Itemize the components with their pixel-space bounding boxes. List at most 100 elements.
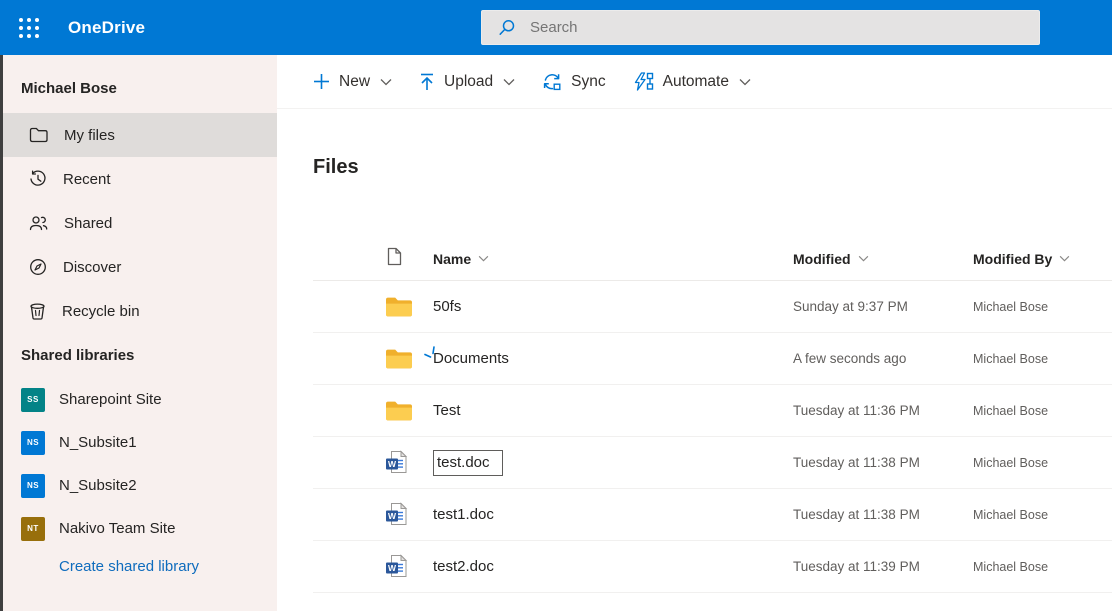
sidebar-item-my-files[interactable]: My files (0, 113, 277, 157)
sidebar-item-label: Recycle bin (62, 303, 140, 320)
sidebar-item-label: Discover (63, 259, 121, 276)
table-header-row: Name Modified Modified By (313, 237, 1112, 281)
new-button[interactable]: New (313, 73, 392, 91)
sidebar-item-label: Shared (64, 215, 112, 232)
shared-libraries-list: SS Sharepoint Site NS N_Subsite1 NS N_Su… (0, 378, 277, 550)
file-modified-by: Michael Bose (973, 456, 1112, 470)
files-table: Name Modified Modified By (313, 237, 1112, 593)
file-modified: Sunday at 9:37 PM (793, 299, 973, 314)
sidebar: Michael Bose My files Recent (0, 55, 277, 611)
history-icon (29, 170, 47, 188)
search-input[interactable] (530, 19, 970, 36)
file-name-cell[interactable]: Documents (433, 350, 793, 367)
chevron-down-icon (739, 78, 751, 86)
modified-column-header[interactable]: Modified (793, 251, 973, 267)
folder-icon (385, 348, 413, 370)
window-edge-strip (0, 55, 3, 611)
file-row[interactable]: W test.doc Tuesday at 11:38 PM Michael B… (313, 437, 1112, 489)
new-button-label: New (339, 73, 370, 91)
table-body: W 50fs Sunday at 9:37 PM Michael Bose (313, 281, 1112, 593)
file-name: test2.doc (433, 558, 494, 575)
file-row[interactable]: W test1.doc Tuesday at 11:38 PM Michael … (313, 489, 1112, 541)
file-row[interactable]: W Documents A few seconds ago Michael Bo… (313, 333, 1112, 385)
top-bar: OneDrive (0, 0, 1112, 55)
svg-text:W: W (388, 511, 397, 521)
file-modified-by: Michael Bose (973, 300, 1112, 314)
library-tile-icon: NS (21, 431, 45, 455)
file-icon-cell: W (313, 450, 433, 475)
name-column-label: Name (433, 251, 471, 267)
main-content: New Upload (277, 55, 1112, 611)
folder-icon (385, 296, 413, 318)
file-icon-cell: W (313, 400, 433, 422)
file-modified: Tuesday at 11:38 PM (793, 507, 973, 522)
library-label: Nakivo Team Site (59, 520, 175, 537)
shared-library-item[interactable]: NT Nakivo Team Site (0, 507, 277, 550)
shared-library-item[interactable]: NS N_Subsite2 (0, 464, 277, 507)
file-type-column-header[interactable] (313, 247, 433, 271)
file-modified-by: Michael Bose (973, 560, 1112, 574)
search-icon (498, 19, 516, 37)
file-row[interactable]: W test2.doc Tuesday at 11:39 PM Michael … (313, 541, 1112, 593)
upload-icon (419, 73, 435, 91)
folder-icon (29, 127, 48, 143)
chevron-down-icon (503, 78, 515, 86)
name-column-header[interactable]: Name (433, 251, 793, 267)
svg-text:W: W (388, 459, 397, 469)
trash-icon (29, 302, 46, 320)
sidebar-item-discover[interactable]: Discover (0, 245, 277, 289)
file-modified: Tuesday at 11:36 PM (793, 403, 973, 418)
file-name: 50fs (433, 298, 461, 315)
modified-column-label: Modified (793, 251, 851, 267)
automate-button[interactable]: Automate (633, 72, 751, 91)
sidebar-item-recent[interactable]: Recent (0, 157, 277, 201)
file-name-cell[interactable]: test2.doc (433, 558, 793, 575)
command-bar: New Upload (277, 55, 1112, 109)
library-label: Sharepoint Site (59, 391, 162, 408)
library-tile-icon: SS (21, 388, 45, 412)
shared-library-item[interactable]: NS N_Subsite1 (0, 421, 277, 464)
shared-library-item[interactable]: SS Sharepoint Site (0, 378, 277, 421)
file-name-cell[interactable]: 50fs (433, 298, 793, 315)
sidebar-item-shared[interactable]: Shared (0, 201, 277, 245)
file-icon-cell: W (313, 296, 433, 318)
file-icon-cell: W (313, 554, 433, 579)
app-launcher-button[interactable] (0, 0, 58, 55)
sidebar-item-label: Recent (63, 171, 111, 188)
file-modified: Tuesday at 11:38 PM (793, 455, 973, 470)
modified-by-column-header[interactable]: Modified By (973, 251, 1112, 267)
file-icon-cell: W (313, 502, 433, 527)
onedrive-app: OneDrive Michael Bose My files (0, 0, 1112, 611)
chevron-down-icon (1059, 255, 1070, 262)
create-shared-library-link[interactable]: Create shared library (59, 558, 277, 575)
app-title: OneDrive (68, 18, 145, 38)
sync-icon (542, 72, 562, 91)
sidebar-item-recycle-bin[interactable]: Recycle bin (0, 289, 277, 333)
file-modified-by: Michael Bose (973, 352, 1112, 366)
file-name-cell[interactable]: Test (433, 402, 793, 419)
shared-libraries-heading: Shared libraries (0, 347, 277, 378)
upload-button[interactable]: Upload (419, 73, 515, 91)
people-icon (29, 215, 48, 231)
sidebar-item-label: My files (64, 127, 115, 144)
search-box[interactable] (481, 10, 1040, 45)
word-file-icon: W (385, 450, 408, 475)
modified-by-column-label: Modified By (973, 251, 1052, 267)
file-modified: Tuesday at 11:39 PM (793, 559, 973, 574)
sync-button[interactable]: Sync (542, 72, 605, 91)
chevron-down-icon (858, 255, 869, 262)
file-name: test1.doc (433, 506, 494, 523)
file-name-cell[interactable]: test1.doc (433, 506, 793, 523)
plus-icon (313, 73, 330, 90)
file-icon-cell: W (313, 348, 433, 370)
file-modified-by: Michael Bose (973, 508, 1112, 522)
word-file-icon: W (385, 554, 408, 579)
file-row[interactable]: W 50fs Sunday at 9:37 PM Michael Bose (313, 281, 1112, 333)
file-name: Test (433, 402, 461, 419)
file-row[interactable]: W Test Tuesday at 11:36 PM Michael Bose (313, 385, 1112, 437)
chevron-down-icon (380, 78, 392, 86)
file-name-cell[interactable]: test.doc (433, 450, 793, 476)
waffle-icon (19, 18, 39, 38)
file-name: test.doc (433, 450, 503, 476)
new-item-sparkle-icon (424, 346, 438, 360)
